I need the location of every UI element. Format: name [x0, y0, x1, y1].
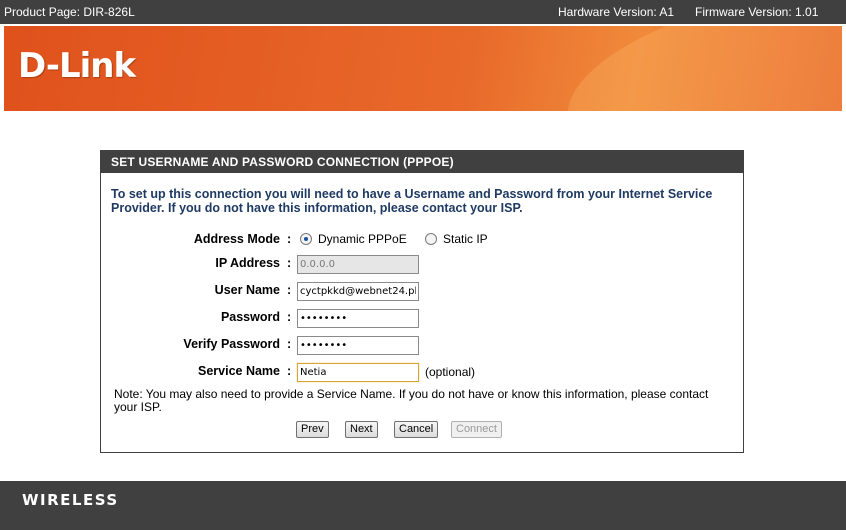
connect-button[interactable]: Connect [451, 421, 502, 438]
ip-address-label: IP Address [215, 256, 280, 270]
pppoe-settings-panel: SET USERNAME AND PASSWORD CONNECTION (PP… [100, 150, 744, 453]
cancel-button[interactable]: Cancel [394, 421, 439, 438]
user-name-label: User Name [214, 283, 280, 297]
verify-password-label: Verify Password [183, 337, 280, 351]
address-mode-colon: : [287, 232, 292, 246]
ip-address-input [297, 255, 419, 274]
footer-bar: WIRELESS [0, 481, 846, 530]
radio-checked-icon[interactable] [300, 233, 312, 245]
verify-password-input[interactable] [297, 336, 419, 355]
panel-title: SET USERNAME AND PASSWORD CONNECTION (PP… [101, 151, 743, 173]
service-name-note: Note: You may also need to provide a Ser… [114, 387, 709, 414]
verify-password-colon: : [287, 337, 292, 351]
service-name-optional-hint: (optional) [425, 365, 476, 379]
header-banner: D-Link [4, 26, 842, 111]
radio-dynamic-pppoe[interactable]: Dynamic PPPoE [300, 232, 407, 246]
footer-wireless-label: WIRELESS [22, 491, 119, 509]
radio-unchecked-icon[interactable] [425, 233, 437, 245]
password-row: Password : [101, 307, 741, 329]
ip-address-colon: : [287, 256, 292, 270]
radio-dynamic-pppoe-label: Dynamic PPPoE [318, 232, 407, 246]
service-name-input[interactable] [297, 363, 419, 382]
product-page-label: Product Page: DIR-826L [4, 5, 135, 19]
service-name-row: Service Name : (optional) [101, 361, 741, 383]
user-name-row: User Name : [101, 280, 741, 302]
verify-password-row: Verify Password : [101, 334, 741, 356]
password-colon: : [287, 310, 292, 324]
ip-address-row: IP Address : [101, 253, 741, 275]
top-bar: Product Page: DIR-826L Hardware Version:… [0, 0, 846, 24]
service-name-colon: : [287, 364, 292, 378]
radio-static-ip-label: Static IP [443, 232, 488, 246]
password-input[interactable] [297, 309, 419, 328]
address-mode-row: Address Mode : Dynamic PPPoE Static IP [101, 229, 741, 251]
next-button[interactable]: Next [345, 421, 378, 438]
banner-swoosh [551, 26, 842, 111]
user-name-colon: : [287, 283, 292, 297]
password-label: Password [220, 310, 280, 324]
radio-static-ip[interactable]: Static IP [425, 232, 488, 246]
hardware-version-label: Hardware Version: A1 [558, 5, 675, 19]
dlink-logo: D-Link [18, 46, 136, 86]
firmware-version-label: Firmware Version: 1.01 [695, 5, 819, 19]
service-name-label: Service Name [197, 364, 280, 378]
prev-button[interactable]: Prev [296, 421, 329, 438]
address-mode-label: Address Mode [193, 232, 280, 246]
intro-text: To set up this connection you will need … [111, 187, 713, 215]
user-name-input[interactable] [297, 282, 419, 301]
